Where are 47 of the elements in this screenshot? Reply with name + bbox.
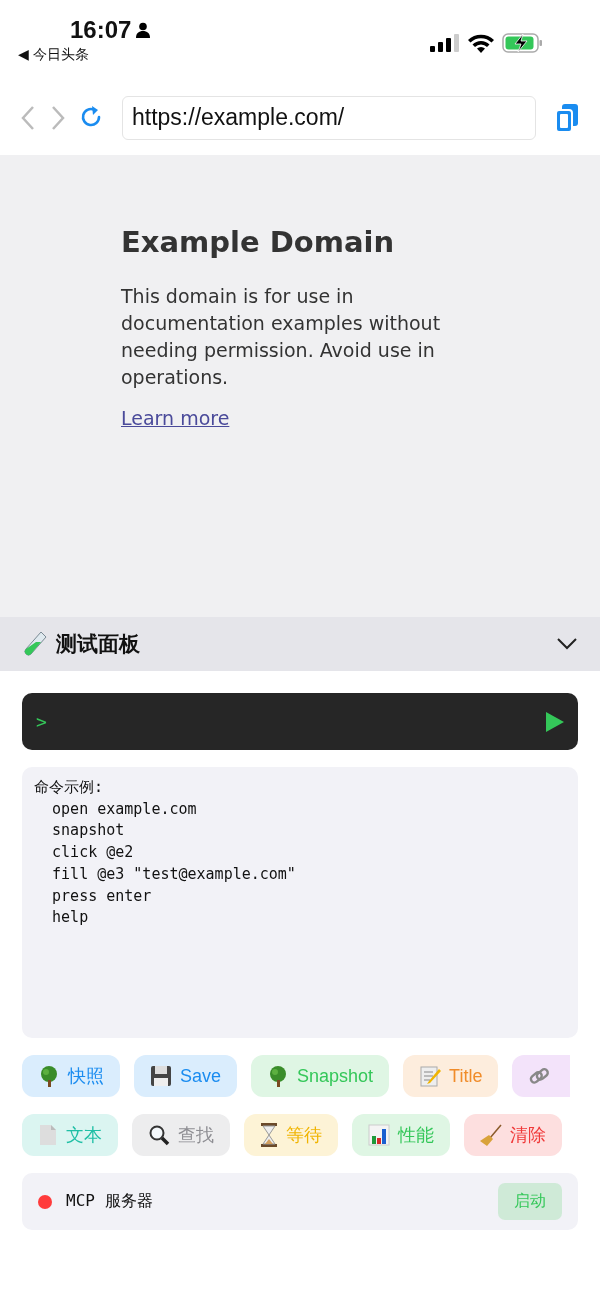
broom-icon bbox=[480, 1124, 502, 1146]
tree-icon bbox=[38, 1065, 60, 1087]
quick-action-button[interactable]: Save bbox=[134, 1055, 238, 1097]
back-icon[interactable] bbox=[20, 104, 36, 131]
quick-action-button[interactable]: Title bbox=[403, 1055, 499, 1097]
page-heading: Example Domain bbox=[121, 225, 396, 259]
output-line: press enter bbox=[51, 885, 153, 907]
panel-header[interactable]: 测试面板 bbox=[0, 617, 600, 671]
test-tube-icon bbox=[22, 630, 48, 658]
chevron-icon[interactable] bbox=[556, 637, 578, 651]
learn-more-link[interactable]: Learn more bbox=[121, 407, 230, 429]
hourglass-icon bbox=[260, 1123, 278, 1147]
output-line: snapshot bbox=[51, 820, 126, 842]
tool-button[interactable]: 性能 bbox=[352, 1114, 450, 1156]
document-icon bbox=[38, 1124, 58, 1146]
url-field[interactable]: https://example.com/ bbox=[122, 95, 536, 140]
command-bar[interactable]: > bbox=[22, 693, 578, 750]
start-button[interactable]: 启动 bbox=[498, 1183, 562, 1220]
person-icon bbox=[135, 22, 152, 38]
quick-action-button[interactable]: Snapshot bbox=[251, 1055, 390, 1097]
status-time: 16:07 bbox=[70, 16, 132, 44]
output-line: 命令示例: bbox=[34, 777, 105, 798]
signal-icon bbox=[430, 34, 460, 52]
link-icon bbox=[528, 1065, 551, 1087]
quick-action-button[interactable] bbox=[512, 1055, 571, 1097]
tool-button[interactable]: 文本 bbox=[22, 1114, 118, 1156]
wifi-icon bbox=[468, 33, 494, 53]
page-paragraph: This domain is for use in documentation examples without needing permission. Avoid use in operations. bbox=[121, 284, 442, 390]
bar-chart-icon bbox=[368, 1124, 390, 1146]
tabs-icon[interactable] bbox=[554, 102, 580, 133]
battery-charging-icon bbox=[502, 33, 544, 53]
run-icon[interactable] bbox=[546, 711, 564, 732]
tool-button[interactable]: 等待 bbox=[244, 1114, 338, 1156]
search-icon bbox=[148, 1124, 170, 1146]
quick-action-button[interactable]: 快照 bbox=[22, 1055, 120, 1097]
server-name: MCP 服务器 bbox=[66, 1191, 153, 1212]
output-line: click @e2 bbox=[51, 842, 135, 864]
panel-title: 测试面板 bbox=[56, 631, 140, 658]
prompt-symbol: > bbox=[36, 711, 47, 732]
output-line: open example.com bbox=[51, 798, 198, 820]
forward-icon[interactable] bbox=[50, 104, 66, 131]
tool-button[interactable]: 清除 bbox=[464, 1114, 562, 1156]
output-line: fill @e3 "test@example.com" bbox=[51, 863, 297, 885]
tool-button[interactable]: 查找 bbox=[132, 1114, 230, 1156]
output-line: help bbox=[51, 907, 90, 929]
memo-icon bbox=[419, 1065, 442, 1087]
back-to-app-link[interactable]: ◀ 今日头条 bbox=[18, 46, 89, 64]
